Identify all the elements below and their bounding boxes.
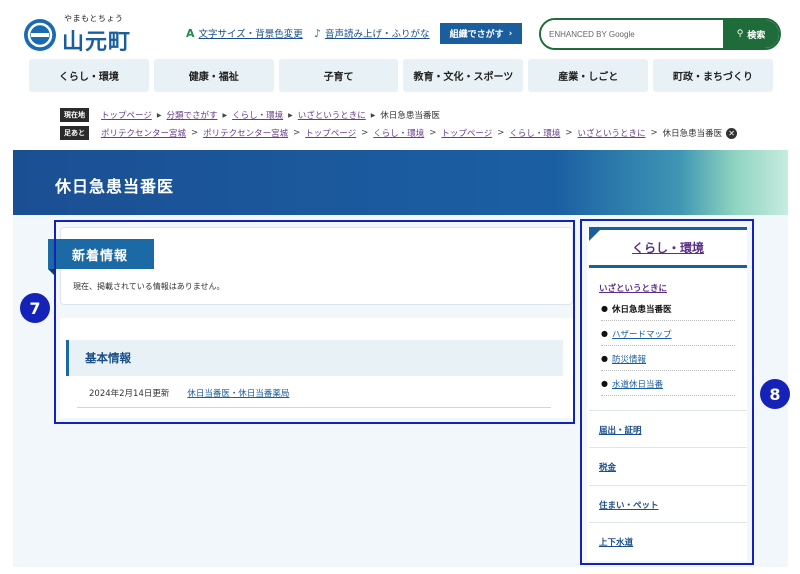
breadcrumb-link[interactable]: いざというときに bbox=[298, 109, 366, 121]
site-search: ⚲ 検索 bbox=[539, 18, 781, 50]
town-emblem-icon[interactable] bbox=[24, 19, 56, 51]
breadcrumb: 現在地 トップページ ▶ 分類でさがす ▶ くらし・環境 ▶ いざというときに … bbox=[60, 108, 440, 122]
breadcrumb-link[interactable]: トップページ bbox=[101, 109, 152, 121]
gnav-item-education[interactable]: 教育・文化・スポーツ bbox=[403, 59, 524, 92]
page-title: 休日急患当番医 bbox=[55, 177, 175, 196]
text-size-link[interactable]: A 文字サイズ・背景色変更 bbox=[186, 26, 303, 41]
history-tag: 足あと bbox=[60, 126, 89, 140]
breadcrumb-tag: 現在地 bbox=[60, 108, 89, 122]
breadcrumb-link[interactable]: 分類でさがす bbox=[166, 109, 217, 121]
history-link[interactable]: トップページ bbox=[441, 127, 492, 139]
gnav-item-childcare[interactable]: 子育て bbox=[278, 59, 399, 92]
gnav-item-living[interactable]: くらし・環境 bbox=[29, 59, 149, 92]
gnav-item-industry[interactable]: 産業・しごと bbox=[528, 59, 649, 92]
history-trail: 足あと ポリテクセンター宮城 > ポリテクセンター宮城 > トップページ > く… bbox=[60, 126, 738, 140]
search-input[interactable] bbox=[541, 20, 723, 48]
history-current: 休日急患当番医 bbox=[662, 129, 723, 139]
gnav-item-health[interactable]: 健康・福祉 bbox=[153, 59, 274, 92]
badge-side: 8 bbox=[760, 379, 790, 409]
page-title-banner: 休日急患当番医 bbox=[13, 150, 788, 215]
highlight-frame-main bbox=[54, 220, 575, 424]
microphone-icon: ♪ bbox=[314, 26, 322, 40]
voice-reading-link[interactable]: ♪ 音声読み上げ・ふりがな bbox=[314, 26, 430, 41]
history-link[interactable]: くらし・環境 bbox=[373, 127, 424, 139]
triangle-right-icon: ▶ bbox=[222, 111, 228, 119]
highlight-frame-side bbox=[580, 219, 754, 565]
triangle-right-icon: ▶ bbox=[288, 111, 293, 119]
gnav-item-town[interactable]: 町政・まちづくり bbox=[653, 59, 773, 92]
history-link[interactable]: トップページ bbox=[305, 127, 356, 139]
triangle-right-icon: ▶ bbox=[370, 111, 376, 119]
history-link[interactable]: いざというときに bbox=[578, 127, 646, 139]
site-logo[interactable]: 山元町 bbox=[62, 24, 131, 56]
badge-main: 7 bbox=[20, 293, 50, 323]
global-nav: くらし・環境 健康・福祉 子育て 教育・文化・スポーツ 産業・しごと 町政・まち… bbox=[29, 59, 773, 92]
history-link[interactable]: くらし・環境 bbox=[509, 127, 560, 139]
chevron-right-icon: › bbox=[508, 28, 513, 39]
text-size-icon: A bbox=[186, 26, 195, 40]
clear-history-icon[interactable]: ✕ bbox=[726, 127, 738, 139]
triangle-right-icon: ▶ bbox=[156, 111, 162, 119]
history-link[interactable]: ポリテクセンター宮城 bbox=[101, 127, 186, 139]
search-button[interactable]: ⚲ 検索 bbox=[723, 20, 779, 48]
org-search-button[interactable]: 組織でさがす › bbox=[440, 23, 522, 44]
breadcrumb-link[interactable]: くらし・環境 bbox=[232, 109, 283, 121]
logo-kana: やまもとちょう bbox=[64, 14, 124, 23]
search-icon: ⚲ bbox=[736, 29, 744, 39]
breadcrumb-current: 休日急患当番医 bbox=[380, 111, 440, 121]
history-link[interactable]: ポリテクセンター宮城 bbox=[203, 127, 288, 139]
